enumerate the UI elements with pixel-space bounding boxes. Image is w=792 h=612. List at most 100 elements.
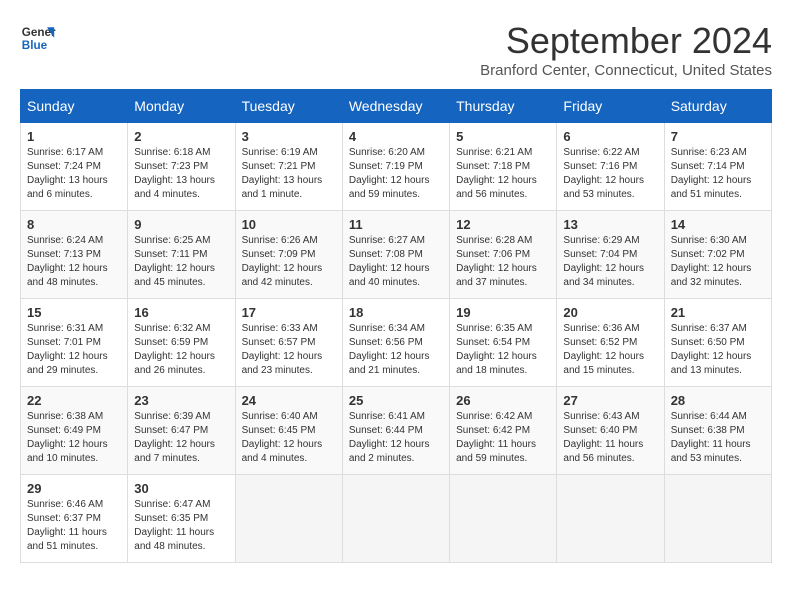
col-saturday: Saturday: [664, 90, 771, 123]
col-thursday: Thursday: [450, 90, 557, 123]
day-info: Sunrise: 6:28 AM Sunset: 7:06 PM Dayligh…: [456, 235, 537, 288]
calendar-cell: [342, 475, 449, 563]
calendar-cell: 14 Sunrise: 6:30 AM Sunset: 7:02 PM Dayl…: [664, 211, 771, 299]
day-info: Sunrise: 6:29 AM Sunset: 7:04 PM Dayligh…: [563, 235, 644, 288]
day-number: 11: [349, 217, 443, 232]
day-info: Sunrise: 6:30 AM Sunset: 7:02 PM Dayligh…: [671, 235, 752, 288]
calendar-cell: 16 Sunrise: 6:32 AM Sunset: 6:59 PM Dayl…: [128, 299, 235, 387]
col-tuesday: Tuesday: [235, 90, 342, 123]
page-header: General Blue September 2024 Branford Cen…: [20, 20, 772, 79]
day-number: 24: [242, 393, 336, 408]
day-info: Sunrise: 6:46 AM Sunset: 6:37 PM Dayligh…: [27, 499, 107, 552]
day-info: Sunrise: 6:22 AM Sunset: 7:16 PM Dayligh…: [563, 147, 644, 200]
day-info: Sunrise: 6:33 AM Sunset: 6:57 PM Dayligh…: [242, 323, 323, 376]
day-info: Sunrise: 6:44 AM Sunset: 6:38 PM Dayligh…: [671, 411, 751, 464]
calendar-cell: 6 Sunrise: 6:22 AM Sunset: 7:16 PM Dayli…: [557, 123, 664, 211]
day-number: 3: [242, 129, 336, 144]
day-info: Sunrise: 6:27 AM Sunset: 7:08 PM Dayligh…: [349, 235, 430, 288]
day-info: Sunrise: 6:42 AM Sunset: 6:42 PM Dayligh…: [456, 411, 536, 464]
calendar-cell: 23 Sunrise: 6:39 AM Sunset: 6:47 PM Dayl…: [128, 387, 235, 475]
calendar-cell: 8 Sunrise: 6:24 AM Sunset: 7:13 PM Dayli…: [21, 211, 128, 299]
day-number: 20: [563, 305, 657, 320]
calendar-cell: 5 Sunrise: 6:21 AM Sunset: 7:18 PM Dayli…: [450, 123, 557, 211]
day-number: 6: [563, 129, 657, 144]
calendar-title: September 2024: [480, 20, 772, 62]
calendar-cell: 29 Sunrise: 6:46 AM Sunset: 6:37 PM Dayl…: [21, 475, 128, 563]
day-number: 19: [456, 305, 550, 320]
col-wednesday: Wednesday: [342, 90, 449, 123]
calendar-cell: 27 Sunrise: 6:43 AM Sunset: 6:40 PM Dayl…: [557, 387, 664, 475]
day-number: 14: [671, 217, 765, 232]
day-number: 15: [27, 305, 121, 320]
calendar-subtitle: Branford Center, Connecticut, United Sta…: [480, 62, 772, 79]
calendar-cell: 24 Sunrise: 6:40 AM Sunset: 6:45 PM Dayl…: [235, 387, 342, 475]
calendar-cell: 21 Sunrise: 6:37 AM Sunset: 6:50 PM Dayl…: [664, 299, 771, 387]
day-info: Sunrise: 6:32 AM Sunset: 6:59 PM Dayligh…: [134, 323, 215, 376]
calendar-cell: 17 Sunrise: 6:33 AM Sunset: 6:57 PM Dayl…: [235, 299, 342, 387]
day-number: 29: [27, 481, 121, 496]
calendar-table: Sunday Monday Tuesday Wednesday Thursday…: [20, 89, 772, 563]
logo-icon: General Blue: [20, 20, 56, 56]
day-number: 8: [27, 217, 121, 232]
calendar-week-4: 22 Sunrise: 6:38 AM Sunset: 6:49 PM Dayl…: [21, 387, 772, 475]
day-info: Sunrise: 6:26 AM Sunset: 7:09 PM Dayligh…: [242, 235, 323, 288]
day-number: 7: [671, 129, 765, 144]
day-number: 9: [134, 217, 228, 232]
day-info: Sunrise: 6:43 AM Sunset: 6:40 PM Dayligh…: [563, 411, 643, 464]
day-info: Sunrise: 6:25 AM Sunset: 7:11 PM Dayligh…: [134, 235, 215, 288]
day-info: Sunrise: 6:34 AM Sunset: 6:56 PM Dayligh…: [349, 323, 430, 376]
calendar-cell: [557, 475, 664, 563]
calendar-week-5: 29 Sunrise: 6:46 AM Sunset: 6:37 PM Dayl…: [21, 475, 772, 563]
day-number: 18: [349, 305, 443, 320]
calendar-cell: 15 Sunrise: 6:31 AM Sunset: 7:01 PM Dayl…: [21, 299, 128, 387]
day-number: 17: [242, 305, 336, 320]
day-number: 23: [134, 393, 228, 408]
day-number: 2: [134, 129, 228, 144]
col-monday: Monday: [128, 90, 235, 123]
day-info: Sunrise: 6:38 AM Sunset: 6:49 PM Dayligh…: [27, 411, 108, 464]
day-info: Sunrise: 6:41 AM Sunset: 6:44 PM Dayligh…: [349, 411, 430, 464]
calendar-cell: 22 Sunrise: 6:38 AM Sunset: 6:49 PM Dayl…: [21, 387, 128, 475]
day-info: Sunrise: 6:35 AM Sunset: 6:54 PM Dayligh…: [456, 323, 537, 376]
calendar-cell: 20 Sunrise: 6:36 AM Sunset: 6:52 PM Dayl…: [557, 299, 664, 387]
col-friday: Friday: [557, 90, 664, 123]
day-info: Sunrise: 6:19 AM Sunset: 7:21 PM Dayligh…: [242, 147, 323, 200]
day-number: 16: [134, 305, 228, 320]
calendar-cell: 2 Sunrise: 6:18 AM Sunset: 7:23 PM Dayli…: [128, 123, 235, 211]
day-info: Sunrise: 6:39 AM Sunset: 6:47 PM Dayligh…: [134, 411, 215, 464]
calendar-cell: 13 Sunrise: 6:29 AM Sunset: 7:04 PM Dayl…: [557, 211, 664, 299]
calendar-cell: 10 Sunrise: 6:26 AM Sunset: 7:09 PM Dayl…: [235, 211, 342, 299]
calendar-week-3: 15 Sunrise: 6:31 AM Sunset: 7:01 PM Dayl…: [21, 299, 772, 387]
calendar-cell: 30 Sunrise: 6:47 AM Sunset: 6:35 PM Dayl…: [128, 475, 235, 563]
col-sunday: Sunday: [21, 90, 128, 123]
day-number: 10: [242, 217, 336, 232]
calendar-cell: 18 Sunrise: 6:34 AM Sunset: 6:56 PM Dayl…: [342, 299, 449, 387]
day-number: 28: [671, 393, 765, 408]
day-info: Sunrise: 6:18 AM Sunset: 7:23 PM Dayligh…: [134, 147, 215, 200]
day-info: Sunrise: 6:36 AM Sunset: 6:52 PM Dayligh…: [563, 323, 644, 376]
day-number: 25: [349, 393, 443, 408]
title-section: September 2024 Branford Center, Connecti…: [480, 20, 772, 79]
logo: General Blue: [20, 20, 56, 56]
calendar-cell: 28 Sunrise: 6:44 AM Sunset: 6:38 PM Dayl…: [664, 387, 771, 475]
svg-text:Blue: Blue: [22, 39, 48, 52]
calendar-cell: 9 Sunrise: 6:25 AM Sunset: 7:11 PM Dayli…: [128, 211, 235, 299]
calendar-cell: 25 Sunrise: 6:41 AM Sunset: 6:44 PM Dayl…: [342, 387, 449, 475]
calendar-cell: 3 Sunrise: 6:19 AM Sunset: 7:21 PM Dayli…: [235, 123, 342, 211]
day-number: 12: [456, 217, 550, 232]
calendar-cell: 26 Sunrise: 6:42 AM Sunset: 6:42 PM Dayl…: [450, 387, 557, 475]
day-number: 22: [27, 393, 121, 408]
day-number: 5: [456, 129, 550, 144]
calendar-week-1: 1 Sunrise: 6:17 AM Sunset: 7:24 PM Dayli…: [21, 123, 772, 211]
calendar-cell: [664, 475, 771, 563]
day-number: 4: [349, 129, 443, 144]
day-number: 30: [134, 481, 228, 496]
day-info: Sunrise: 6:23 AM Sunset: 7:14 PM Dayligh…: [671, 147, 752, 200]
calendar-cell: 12 Sunrise: 6:28 AM Sunset: 7:06 PM Dayl…: [450, 211, 557, 299]
calendar-week-2: 8 Sunrise: 6:24 AM Sunset: 7:13 PM Dayli…: [21, 211, 772, 299]
calendar-cell: 1 Sunrise: 6:17 AM Sunset: 7:24 PM Dayli…: [21, 123, 128, 211]
day-info: Sunrise: 6:37 AM Sunset: 6:50 PM Dayligh…: [671, 323, 752, 376]
calendar-header-row: Sunday Monday Tuesday Wednesday Thursday…: [21, 90, 772, 123]
day-info: Sunrise: 6:40 AM Sunset: 6:45 PM Dayligh…: [242, 411, 323, 464]
day-number: 13: [563, 217, 657, 232]
